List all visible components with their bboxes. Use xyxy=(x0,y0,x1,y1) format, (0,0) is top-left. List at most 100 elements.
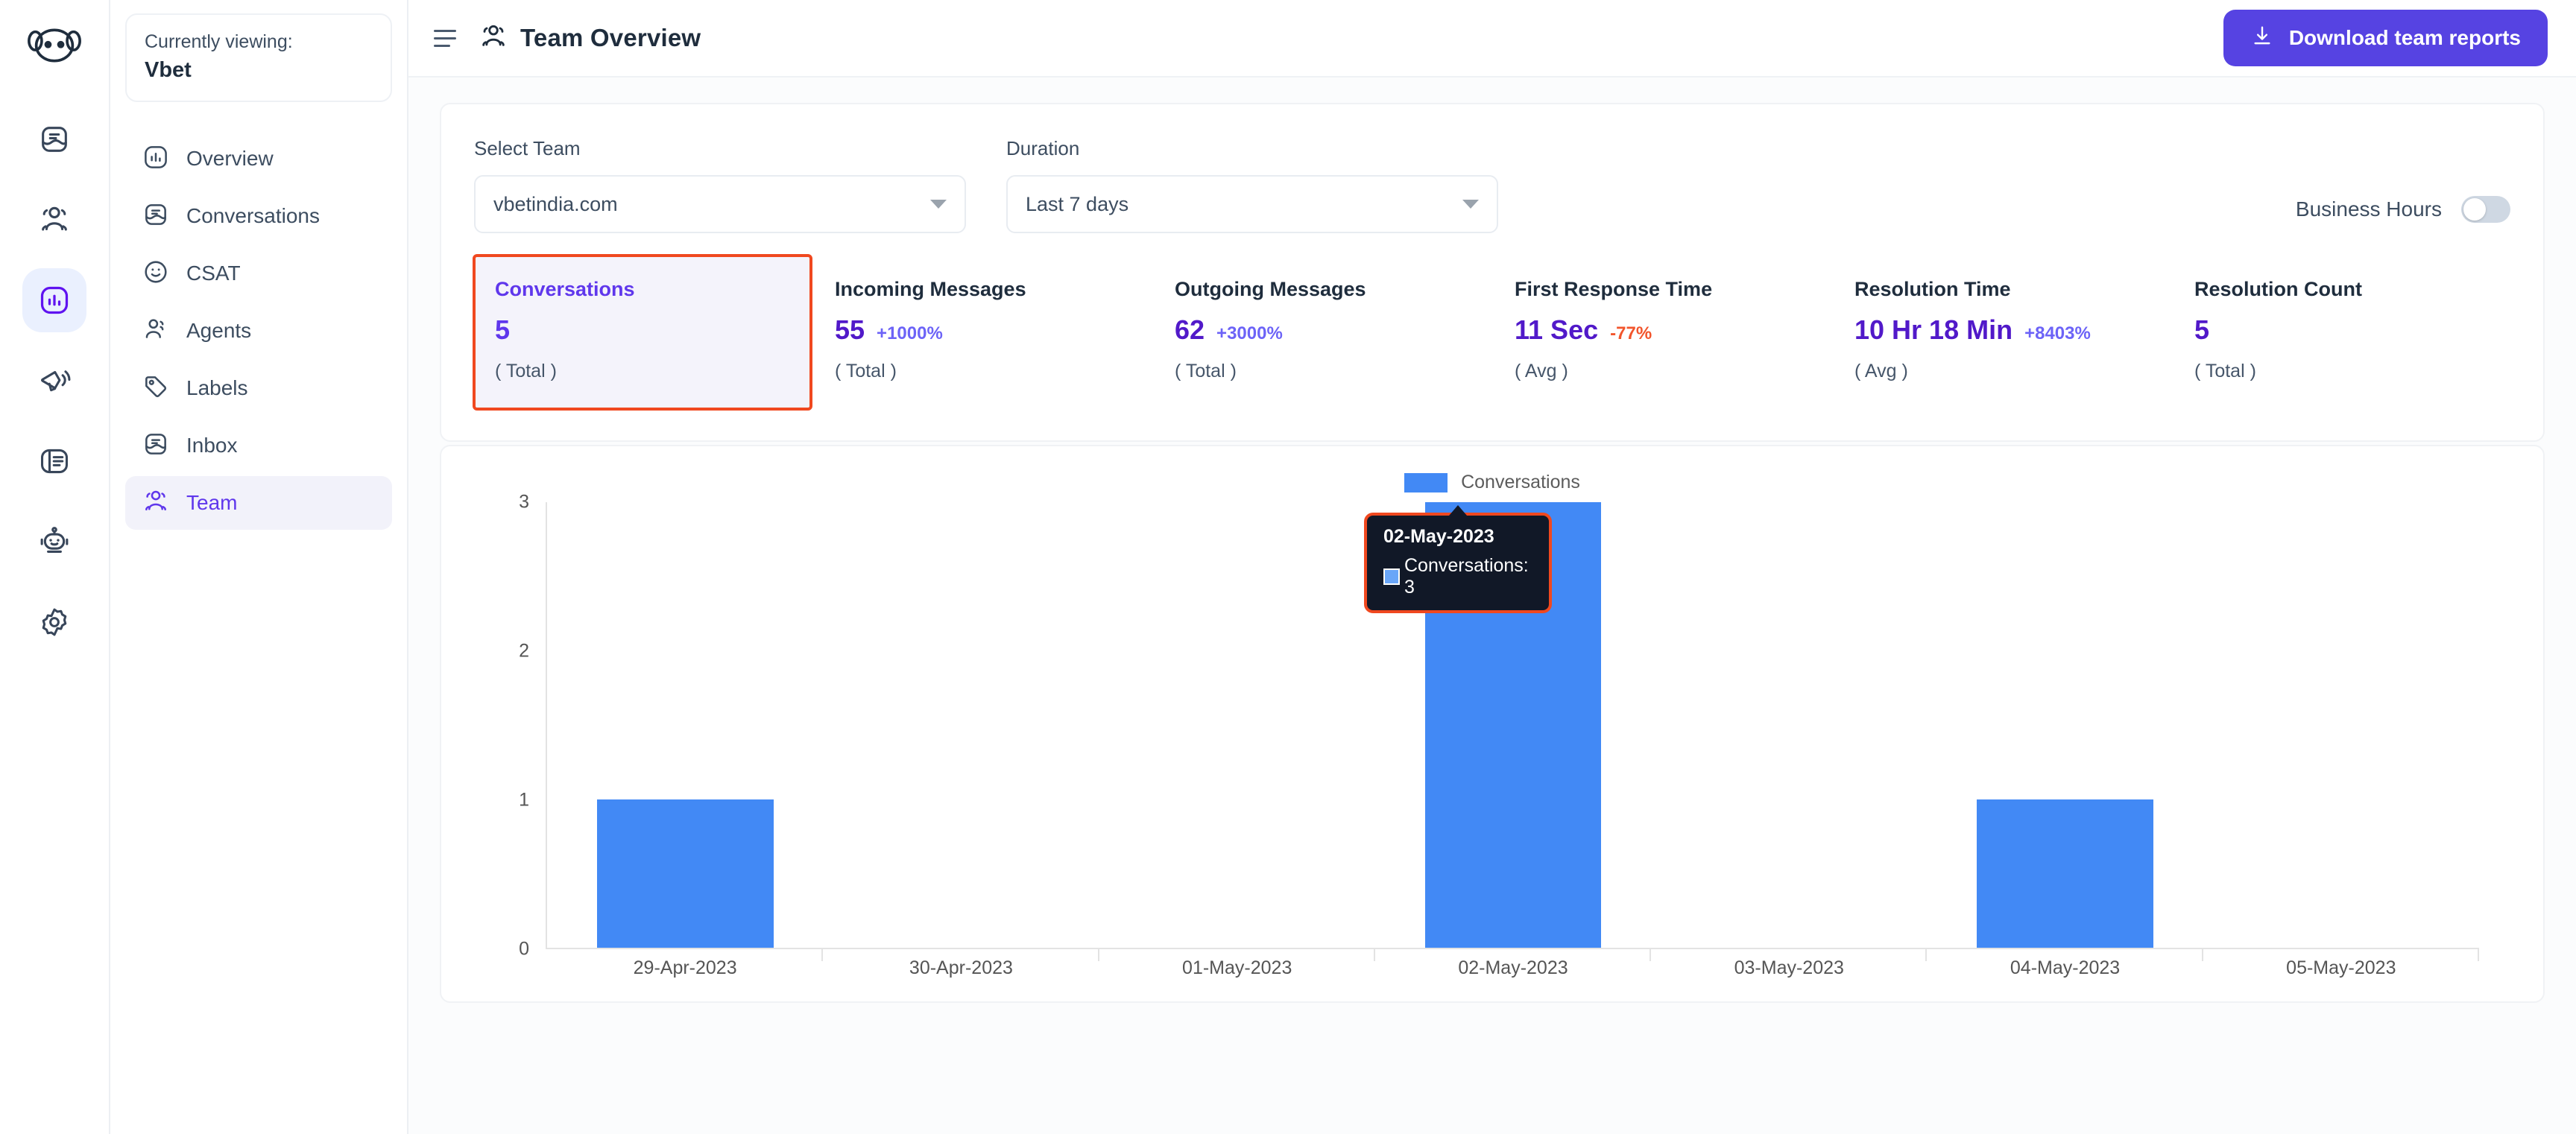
sidebar-item-label: CSAT xyxy=(186,262,241,285)
select-team-field: Select Team vbetindia.com xyxy=(474,137,966,233)
download-team-reports-button[interactable]: Download team reports xyxy=(2223,10,2548,66)
tooltip-series-row: Conversations: 3 xyxy=(1383,555,1534,598)
csat-smiley-icon xyxy=(142,258,170,290)
metric-card-conversations[interactable]: Conversations 5 ( Total ) xyxy=(473,254,812,411)
metric-name: Resolution Time xyxy=(1854,278,2011,300)
y-axis: 3 2 1 0 xyxy=(501,492,546,960)
metrics-row: Conversations 5 ( Total ) Incoming Messa… xyxy=(441,233,2543,440)
main-area: Team Overview Download team reports Sele… xyxy=(408,0,2576,1134)
x-tick-label: 29-Apr-2023 xyxy=(633,957,737,978)
chevron-down-icon xyxy=(1462,200,1479,209)
select-team-dropdown[interactable]: vbetindia.com xyxy=(474,175,966,233)
x-axis-line xyxy=(546,948,2479,949)
rail-item-settings[interactable] xyxy=(22,590,86,654)
sidebar-item-labels[interactable]: Labels xyxy=(125,361,392,415)
metric-value: 55 xyxy=(835,314,865,345)
metric-card-resolution-time[interactable]: Resolution Time 10 Hr 18 Min +8403% ( Av… xyxy=(1832,254,2172,411)
metric-sub: ( Total ) xyxy=(2194,361,2256,381)
chart-plot-area: 3 2 1 0 29-Apr-2023 30-Apr-2023 01-May-2… xyxy=(501,492,2513,979)
download-team-reports-label: Download team reports xyxy=(2288,26,2521,49)
legend-label-conversations: Conversations xyxy=(1461,472,1580,492)
metric-card-first-response-time[interactable]: First Response Time 11 Sec -77% ( Avg ) xyxy=(1492,254,1832,411)
rail-item-conversations[interactable] xyxy=(22,107,86,171)
metric-value: 5 xyxy=(495,314,511,345)
sidebar-item-label: Labels xyxy=(186,376,248,400)
bar-slot[interactable] xyxy=(1651,502,1928,961)
bar-slot[interactable] xyxy=(1099,502,1376,961)
metric-name: First Response Time xyxy=(1515,278,1713,300)
metric-card-resolution-count[interactable]: Resolution Count 5 ( Total ) xyxy=(2172,254,2512,411)
team-people-icon xyxy=(142,487,170,519)
bar-slot[interactable] xyxy=(823,502,1099,961)
x-tick-label: 02-May-2023 xyxy=(1458,957,1568,978)
rail-item-campaigns[interactable] xyxy=(22,349,86,413)
chart-legend: Conversations xyxy=(471,472,2513,493)
page-title-wrap: Team Overview xyxy=(479,22,701,55)
currently-viewing-box[interactable]: Currently viewing: Vbet xyxy=(125,13,392,103)
y-tick: 2 xyxy=(519,640,529,662)
primary-icon-rail xyxy=(0,0,110,1134)
business-hours-label: Business Hours xyxy=(2295,197,2442,221)
team-people-icon xyxy=(479,22,508,55)
download-arrow-icon xyxy=(2250,24,2274,53)
sidebar-item-label: Team xyxy=(186,491,238,515)
sidebar-item-overview[interactable]: Overview xyxy=(125,132,392,186)
business-hours-control: Business Hours xyxy=(2296,196,2510,233)
rail-item-help-center[interactable] xyxy=(22,429,86,493)
metric-value-row: 10 Hr 18 Min +8403% xyxy=(1854,314,2150,346)
overview-bar-chart-icon xyxy=(142,143,170,175)
agents-people-icon xyxy=(142,315,170,347)
rail-item-contacts[interactable] xyxy=(22,188,86,252)
duration-value: Last 7 days xyxy=(1026,192,1129,215)
currently-viewing-label: Currently viewing: xyxy=(145,31,293,52)
sidebar-item-inbox[interactable]: Inbox xyxy=(125,419,392,472)
legend-swatch-conversations[interactable] xyxy=(1404,472,1448,492)
hamburger-menu-icon[interactable] xyxy=(434,25,461,51)
bar-29-apr-2023[interactable] xyxy=(596,799,774,948)
conversations-bar-chart-panel: Conversations 3 2 1 0 29-Apr-2023 30-Apr… xyxy=(440,445,2545,1003)
top-bar: Team Overview Download team reports xyxy=(408,0,2576,77)
metric-card-outgoing-messages[interactable]: Outgoing Messages 62 +3000% ( Total ) xyxy=(1152,254,1492,411)
sidebar-item-team[interactable]: Team xyxy=(125,476,392,530)
tooltip-swatch-icon xyxy=(1383,568,1400,585)
bar-slot[interactable] xyxy=(1927,502,2203,961)
metric-name: Conversations xyxy=(495,278,635,300)
metric-value-row: 55 +1000% xyxy=(835,314,1130,346)
metric-sub: ( Avg ) xyxy=(1515,361,1568,381)
sidebar-item-label: Agents xyxy=(186,319,252,343)
sidebar-item-label: Inbox xyxy=(186,434,238,457)
sidebar-item-label: Conversations xyxy=(186,204,320,228)
x-tick-label: 05-May-2023 xyxy=(2286,957,2396,978)
chart-tooltip: 02-May-2023 Conversations: 3 xyxy=(1364,505,1552,613)
sidebar-item-label: Overview xyxy=(186,147,274,171)
chatwoot-logo-icon xyxy=(25,16,83,75)
metric-delta: -77% xyxy=(1610,323,1652,343)
bar-04-may-2023[interactable] xyxy=(1977,799,2154,948)
rail-item-bots[interactable] xyxy=(22,510,86,574)
bar-slot[interactable] xyxy=(547,502,824,961)
metric-sub: ( Total ) xyxy=(835,361,897,381)
metric-card-incoming-messages[interactable]: Incoming Messages 55 +1000% ( Total ) xyxy=(812,254,1152,411)
chevron-down-icon xyxy=(930,200,947,209)
sidebar-item-csat[interactable]: CSAT xyxy=(125,247,392,300)
metric-name: Resolution Count xyxy=(2194,278,2362,300)
select-team-label: Select Team xyxy=(474,137,581,159)
metric-delta: +1000% xyxy=(877,323,943,343)
duration-dropdown[interactable]: Last 7 days xyxy=(1006,175,1498,233)
rail-item-reports[interactable] xyxy=(22,268,86,332)
inbox-icon xyxy=(142,430,170,462)
select-team-value: vbetindia.com xyxy=(493,192,618,215)
bar-slot[interactable] xyxy=(2203,502,2480,961)
metric-sub: ( Total ) xyxy=(495,361,557,381)
business-hours-toggle[interactable] xyxy=(2461,196,2510,223)
metric-sub: ( Avg ) xyxy=(1854,361,1908,381)
y-tick: 1 xyxy=(519,789,529,811)
sidebar-item-conversations[interactable]: Conversations xyxy=(125,189,392,243)
metric-value: 10 Hr 18 Min xyxy=(1854,314,2013,345)
metric-value: 11 Sec xyxy=(1515,314,1599,345)
metric-name: Incoming Messages xyxy=(835,278,1026,300)
sidebar-item-agents[interactable]: Agents xyxy=(125,304,392,358)
x-tick-label: 30-Apr-2023 xyxy=(909,957,1013,978)
metric-delta: +8403% xyxy=(2024,323,2091,343)
metric-value: 62 xyxy=(1175,314,1205,345)
